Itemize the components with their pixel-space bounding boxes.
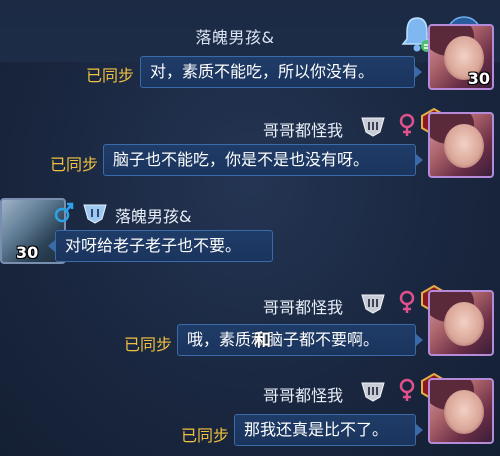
avatar[interactable] — [428, 290, 494, 356]
sync-status: 已同步 — [181, 426, 230, 445]
rank-icon — [360, 114, 386, 138]
message-bubble[interactable]: 脑子也不能吃，你是不是也没有呀。 — [103, 144, 423, 176]
male-icon — [54, 200, 74, 224]
rank-icon — [360, 379, 386, 403]
username[interactable]: 落魄男孩& — [115, 203, 191, 227]
avatar[interactable]: 30 — [428, 24, 494, 90]
message-bubble[interactable]: 对呀给老子老子也不要。 — [48, 230, 273, 262]
username[interactable]: 哥哥都怪我 — [263, 382, 343, 406]
avatar[interactable] — [428, 112, 494, 178]
level-label: 30 — [467, 69, 490, 88]
sync-status: 已同步 — [50, 155, 99, 174]
username[interactable]: 哥哥都怪我 — [263, 294, 343, 318]
sync-status: 已同步 — [124, 335, 173, 354]
message-bubble[interactable]: 那我还真是比不了。 — [234, 414, 423, 446]
message-bubble[interactable]: 哦，素质和脑子都不要啊。 — [177, 324, 423, 356]
overlay-character: 和 — [254, 331, 271, 351]
avatar[interactable] — [428, 378, 494, 444]
rank-icon — [360, 291, 386, 315]
chat-header: 落魄男孩& — [0, 0, 500, 62]
female-icon — [397, 378, 417, 402]
rank-icon — [82, 201, 108, 225]
username[interactable]: 哥哥都怪我 — [263, 117, 343, 141]
message-bubble[interactable]: 对，素质不能吃，所以你没有。 — [140, 56, 422, 88]
female-icon — [397, 290, 417, 314]
female-icon — [397, 113, 417, 137]
sync-status: 已同步 — [86, 66, 135, 85]
level-label: 30 — [16, 243, 39, 262]
